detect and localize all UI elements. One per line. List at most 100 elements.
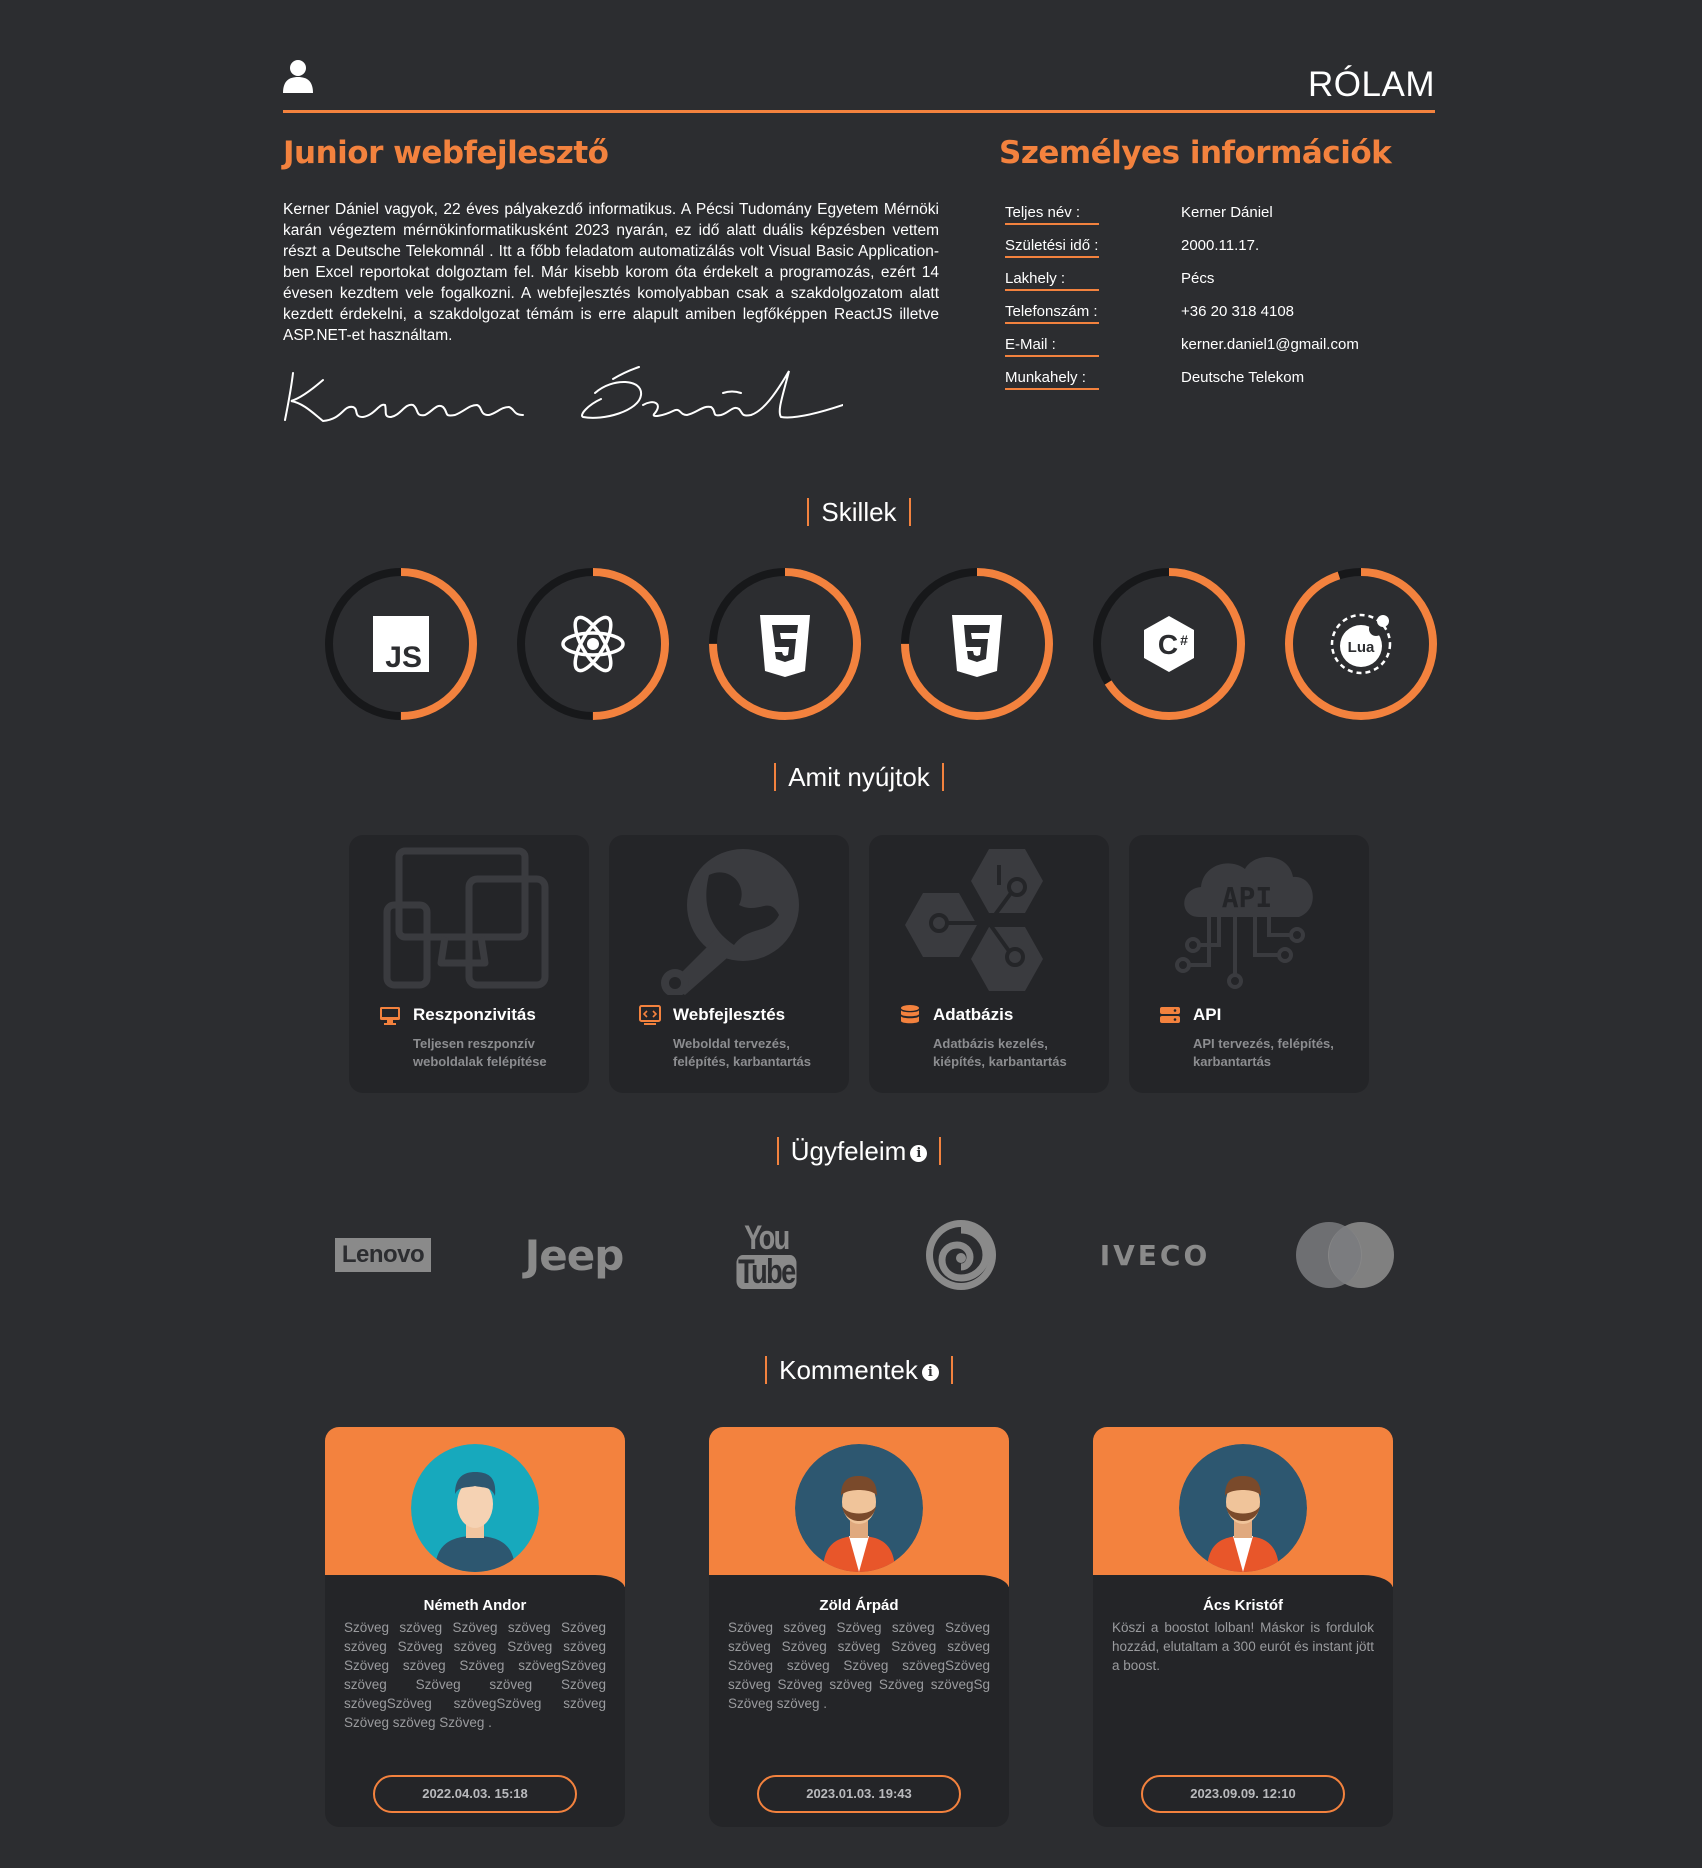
service-name: Reszponzivitás: [413, 1005, 536, 1024]
devices-illustration: [383, 847, 549, 989]
clients-title-wrap: Ügyfeleim i: [776, 1136, 942, 1166]
lua-icon[interactable]: Lua: [1284, 567, 1438, 721]
skills-title: Skillek: [807, 498, 911, 526]
clients-heading: Ügyfeleim i: [283, 1136, 1435, 1167]
info-value: Pécs: [1181, 270, 1215, 287]
service-name: Webfejlesztés: [673, 1005, 786, 1024]
service-card-database[interactable]: Adatbázis Adatbázis kezelés, kiépítés, k…: [869, 835, 1109, 1093]
personal-info-list: Teljes név : Kerner Dániel Születési idő…: [1005, 204, 1435, 402]
comment-date: 2023.01.03. 19:43: [757, 1775, 961, 1813]
comment-text: Szöveg szöveg Szöveg szöveg Szöveg szöve…: [728, 1620, 990, 1711]
service-name: Adatbázis: [933, 1005, 1014, 1024]
react-icon[interactable]: [516, 567, 670, 721]
info-value: 2000.11.17.: [1181, 237, 1260, 254]
comment-author: Zöld Árpád: [819, 1597, 899, 1614]
avatar: [1179, 1444, 1307, 1572]
css3-icon[interactable]: [708, 567, 862, 721]
html5-icon[interactable]: [900, 567, 1054, 721]
card-fold: [709, 1575, 1009, 1589]
svg-text:C: C: [1158, 629, 1178, 660]
comment-card: Németh Andor Szöveg szöveg Szöveg szöveg…: [325, 1427, 625, 1827]
info-label: Lakhely :: [1005, 270, 1099, 291]
svg-text:Lua: Lua: [1348, 639, 1375, 656]
services-heading: Amit nyújtok: [283, 762, 1435, 793]
server-icon: [1160, 1007, 1180, 1023]
signature: [284, 366, 843, 423]
card-fold: [1093, 1575, 1393, 1589]
jeep-logo[interactable]: Jeep: [519, 1210, 629, 1300]
service-desc: Teljesen reszponzív weboldalak felépítés…: [413, 1036, 547, 1069]
info-label: Teljes név :: [1005, 204, 1099, 225]
service-card-api[interactable]: API API API tervezés, felépítés, karbant…: [1129, 835, 1369, 1093]
hexagon-network-illustration: [905, 849, 1043, 991]
info-value: Kerner Dániel: [1181, 204, 1273, 221]
iveco-logo[interactable]: IVECO: [1100, 1210, 1208, 1300]
javascript-icon[interactable]: JS: [324, 567, 478, 721]
ubisoft-swirl-icon: [926, 1220, 996, 1290]
header: RÓLAM: [283, 55, 1435, 113]
comment-card: Ács Kristóf Köszi a boostot lolban! Másk…: [1093, 1427, 1393, 1827]
comment-date: 2022.04.03. 15:18: [373, 1775, 577, 1813]
info-value: Deutsche Telekom: [1181, 369, 1305, 386]
info-row-email: E-Mail : kerner.daniel1@gmail.com: [1005, 336, 1435, 369]
service-desc: Adatbázis kezelés, kiépítés, karbantartá…: [933, 1036, 1067, 1069]
mastercard-circles-icon: [1296, 1222, 1394, 1288]
comment-text: Szöveg szöveg Szöveg szöveg Szöveg szöve…: [344, 1620, 606, 1730]
comments-list: Németh Andor Szöveg szöveg Szöveg szöveg…: [325, 1427, 1395, 1827]
clients-title: Ügyfeleim: [790, 1136, 907, 1166]
lenovo-text: Lenovo: [334, 1238, 432, 1272]
about-text: Kerner Dániel vagyok, 22 éves pályakezdő…: [283, 201, 939, 344]
info-row-workplace: Munkahely : Deutsche Telekom: [1005, 369, 1435, 402]
info-row-name: Teljes név : Kerner Dániel: [1005, 204, 1435, 237]
comment-card: Zöld Árpád Szöveg szöveg Szöveg szöveg S…: [709, 1427, 1009, 1827]
comments-title: Kommentek: [779, 1355, 918, 1385]
svg-text:JS: JS: [385, 641, 422, 674]
info-value: kerner.daniel1@gmail.com: [1181, 336, 1359, 353]
info-row-birth: Születési idő : 2000.11.17.: [1005, 237, 1435, 270]
comment-text: Köszi a boostot lolban! Máskor is fordul…: [1112, 1620, 1374, 1673]
service-name: API: [1193, 1005, 1222, 1024]
info-icon[interactable]: i: [910, 1145, 928, 1162]
youtube-logo[interactable]: You Tube: [733, 1210, 799, 1300]
comments-title-wrap: Kommentek i: [765, 1356, 953, 1384]
wrench-globe-illustration: [661, 849, 799, 995]
avatar: [795, 1444, 923, 1572]
services-title: Amit nyújtok: [774, 763, 944, 791]
clients-logos: Lenovo Jeep You Tube IVECO: [283, 1210, 1435, 1300]
info-row-phone: Telefonszám : +36 20 318 4108: [1005, 303, 1435, 336]
lenovo-logo[interactable]: Lenovo: [331, 1210, 435, 1300]
info-row-residence: Lakhely : Pécs: [1005, 270, 1435, 303]
services-grid: Reszponzivitás Teljesen reszponzív webol…: [349, 835, 1369, 1093]
youtube-text-top: You: [743, 1219, 790, 1257]
database-icon: [901, 1005, 919, 1024]
comment-author: Németh Andor: [423, 1597, 527, 1614]
service-card-responsive[interactable]: Reszponzivitás Teljesen reszponzív webol…: [349, 835, 589, 1093]
service-desc: Weboldal tervezés, felépítés, karbantart…: [673, 1036, 812, 1069]
comment-date: 2023.09.09. 12:10: [1141, 1775, 1345, 1813]
youtube-text-bottom: Tube: [736, 1253, 796, 1291]
code-monitor-icon: [639, 1005, 661, 1025]
info-label: Telefonszám :: [1005, 303, 1099, 324]
service-desc: API tervezés, felépítés, karbantartás: [1193, 1036, 1334, 1069]
info-label: E-Mail :: [1005, 336, 1099, 357]
jeep-text: Jeep: [524, 1230, 625, 1280]
skills-heading: Skillek: [283, 497, 1435, 528]
service-card-webdev[interactable]: Webfejlesztés Weboldal tervezés, felépít…: [609, 835, 849, 1093]
mastercard-logo[interactable]: [1293, 1210, 1397, 1300]
page-title: RÓLAM: [1308, 65, 1435, 104]
info-label: Születési idő :: [1005, 237, 1099, 258]
monitor-icon: [380, 1007, 400, 1025]
comments-heading: Kommentek i: [283, 1355, 1435, 1386]
comment-author: Ács Kristóf: [1202, 1597, 1284, 1614]
csharp-icon[interactable]: C #: [1092, 567, 1246, 721]
svg-text:#: #: [1180, 632, 1188, 648]
ubisoft-logo[interactable]: [923, 1210, 999, 1300]
info-value: +36 20 318 4108: [1181, 303, 1295, 320]
about-title: Junior webfejlesztő: [283, 135, 609, 171]
card-fold: [325, 1575, 625, 1589]
iveco-text: IVECO: [1099, 1238, 1211, 1272]
info-icon[interactable]: i: [921, 1364, 939, 1381]
user-icon[interactable]: [283, 59, 313, 93]
personal-info-title: Személyes információk: [999, 135, 1392, 171]
svg-text:API: API: [1222, 881, 1273, 914]
